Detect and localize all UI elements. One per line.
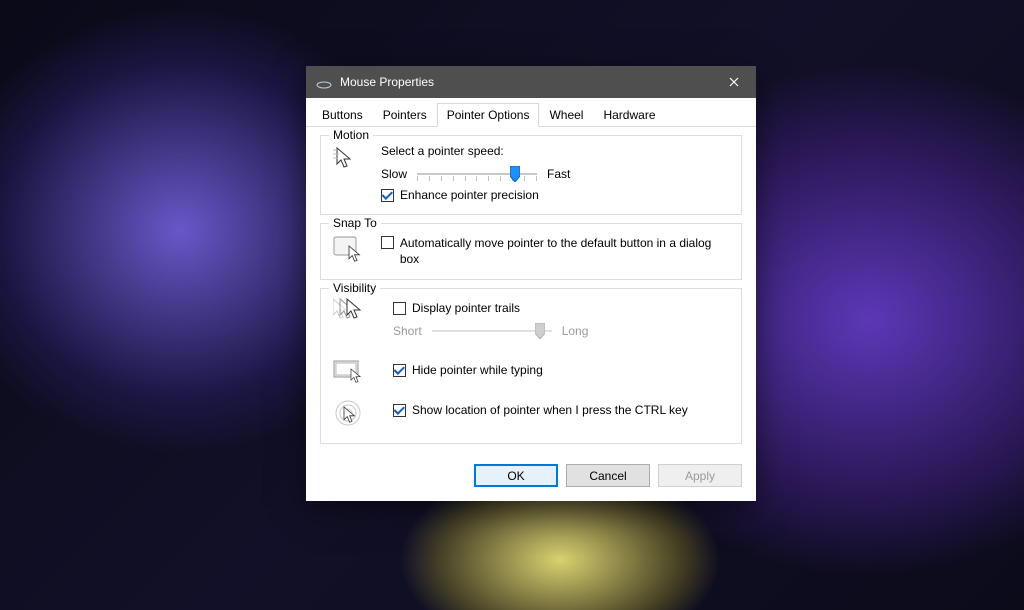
trails-icon	[333, 297, 381, 325]
trails-slider	[432, 321, 552, 341]
hide-typing-checkbox[interactable]	[393, 364, 406, 377]
close-icon	[729, 77, 739, 87]
ok-button[interactable]: OK	[474, 464, 558, 487]
tab-pointers[interactable]: Pointers	[373, 103, 437, 127]
window-title: Mouse Properties	[340, 75, 712, 89]
titlebar[interactable]: Mouse Properties	[306, 66, 756, 98]
tab-strip: Buttons Pointers Pointer Options Wheel H…	[306, 98, 756, 127]
tab-content: Motion Select a pointer speed:	[306, 127, 756, 456]
ctrl-locate-icon	[333, 399, 381, 429]
show-ctrl-label[interactable]: Show location of pointer when I press th…	[412, 403, 688, 417]
dialog-buttons: OK Cancel Apply	[306, 456, 756, 501]
tab-buttons[interactable]: Buttons	[312, 103, 373, 127]
group-visibility: Visibility	[320, 288, 742, 444]
group-snapto-title: Snap To	[329, 216, 381, 230]
slider-thumb[interactable]	[510, 166, 520, 182]
snapto-icon	[333, 232, 381, 267]
long-label: Long	[562, 324, 589, 338]
tab-wheel[interactable]: Wheel	[539, 103, 593, 127]
snapto-checkbox[interactable]	[381, 236, 394, 249]
hide-typing-label[interactable]: Hide pointer while typing	[412, 363, 543, 377]
cancel-button[interactable]: Cancel	[566, 464, 650, 487]
close-button[interactable]	[712, 66, 756, 98]
motion-icon	[333, 144, 381, 202]
trails-slider-thumb	[535, 323, 545, 339]
trails-checkbox[interactable]	[393, 302, 406, 315]
snapto-label[interactable]: Automatically move pointer to the defaul…	[400, 236, 729, 267]
tab-hardware[interactable]: Hardware	[593, 103, 665, 127]
show-ctrl-checkbox[interactable]	[393, 404, 406, 417]
mouse-icon	[316, 78, 332, 86]
tab-pointer-options[interactable]: Pointer Options	[437, 103, 540, 127]
pointer-speed-slider[interactable]	[417, 164, 537, 184]
fast-label: Fast	[547, 167, 570, 181]
group-motion-title: Motion	[329, 128, 373, 142]
enhance-precision-label[interactable]: Enhance pointer precision	[400, 188, 539, 202]
enhance-precision-checkbox[interactable]	[381, 189, 394, 202]
group-motion: Motion Select a pointer speed:	[320, 135, 742, 215]
trails-label[interactable]: Display pointer trails	[412, 301, 520, 315]
desktop-background: Mouse Properties Buttons Pointers Pointe…	[0, 0, 1024, 610]
mouse-properties-dialog: Mouse Properties Buttons Pointers Pointe…	[306, 66, 756, 501]
group-visibility-title: Visibility	[329, 281, 380, 295]
group-snapto: Snap To Automatically move p	[320, 223, 742, 280]
apply-button: Apply	[658, 464, 742, 487]
hide-typing-icon	[333, 359, 381, 385]
select-speed-label: Select a pointer speed:	[381, 144, 729, 158]
slow-label: Slow	[381, 167, 407, 181]
short-label: Short	[393, 324, 422, 338]
